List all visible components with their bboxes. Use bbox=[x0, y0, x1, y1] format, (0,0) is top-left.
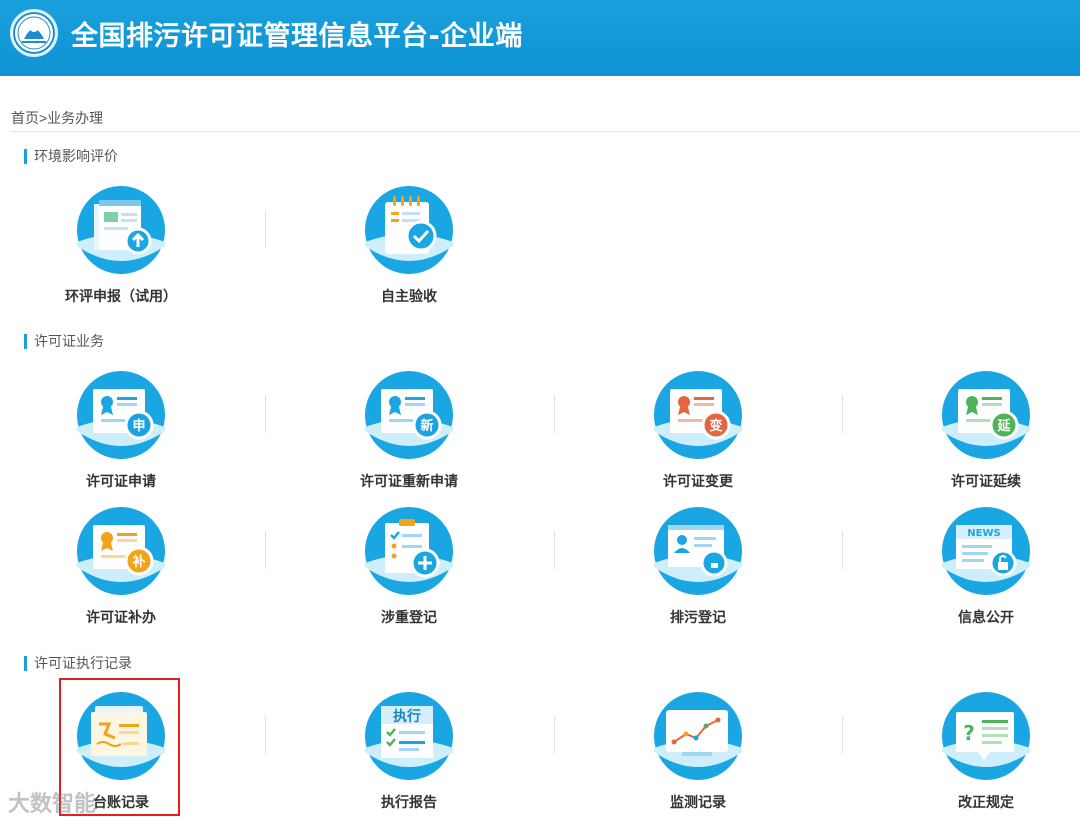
tile-label: 许可证重新申请 bbox=[360, 474, 458, 490]
correction-rule-icon: ? bbox=[942, 692, 1030, 780]
badge-text: 补 bbox=[131, 554, 145, 570]
tile-label: 执行报告 bbox=[381, 795, 437, 811]
badge-text: 新 bbox=[420, 418, 433, 434]
cert-reapply-icon: 新 bbox=[365, 371, 453, 459]
tile-label: 自主验收 bbox=[381, 289, 437, 305]
tile-permit-extend[interactable]: 延 许可证延续 bbox=[842, 369, 1080, 519]
svg-text:?: ? bbox=[963, 721, 975, 745]
badge-text: 申 bbox=[132, 418, 145, 434]
breadcrumb[interactable]: 首页>业务办理 bbox=[11, 108, 103, 128]
tile-discharge-register[interactable]: 排污登记 bbox=[554, 505, 842, 655]
tile-permit-reissue[interactable]: 补 许可证补办 bbox=[0, 505, 265, 655]
discharge-register-icon bbox=[654, 507, 742, 595]
badge-text: 变 bbox=[709, 418, 722, 434]
news-text: NEWS bbox=[967, 528, 1000, 539]
tile-label: 改正规定 bbox=[958, 795, 1014, 811]
news-unlock-icon: NEWS bbox=[942, 507, 1030, 595]
tile-label: 环评申报（试用） bbox=[65, 289, 177, 305]
section-title-eia: 环境影响评价 bbox=[24, 149, 118, 164]
cert-reissue-icon: 补 bbox=[77, 507, 165, 595]
tile-permit-apply[interactable]: 申 许可证申请 bbox=[0, 369, 265, 519]
badge-text: 延 bbox=[996, 418, 1011, 434]
app-title: 全国排污许可证管理信息平台-企业端 bbox=[71, 21, 523, 52]
tile-label: 台账记录 bbox=[93, 795, 149, 811]
tile-label: 许可证申请 bbox=[86, 474, 156, 490]
tile-label: 排污登记 bbox=[670, 610, 726, 626]
watermark-text: 大数智能 bbox=[8, 792, 97, 817]
cert-apply-icon: 申 bbox=[77, 371, 165, 459]
breadcrumb-divider bbox=[10, 131, 1080, 132]
monitor-chart-icon bbox=[654, 692, 742, 780]
tile-self-acceptance[interactable]: 自主验收 bbox=[265, 184, 553, 334]
doc-upload-icon bbox=[77, 186, 165, 274]
tile-permit-reapply[interactable]: 新 许可证重新申请 bbox=[265, 369, 553, 519]
ledger-record-icon bbox=[77, 692, 165, 780]
tile-label: 许可证补办 bbox=[86, 610, 156, 626]
checklist-check-icon bbox=[365, 186, 453, 274]
tile-label: 涉重登记 bbox=[381, 610, 437, 626]
tile-eia-declare[interactable]: 环评申报（试用） bbox=[0, 184, 265, 334]
tile-correction-rule[interactable]: ? 改正规定 bbox=[842, 690, 1080, 825]
tile-label: 监测记录 bbox=[670, 795, 726, 811]
cert-change-icon: 变 bbox=[654, 371, 742, 459]
ministry-logo-icon[interactable] bbox=[10, 9, 58, 57]
tile-execution-report[interactable]: 执行 执行报告 bbox=[265, 690, 553, 825]
tile-label: 信息公开 bbox=[958, 610, 1014, 626]
heavy-metal-register-icon bbox=[365, 507, 453, 595]
tile-heavy-metal-register[interactable]: 涉重登记 bbox=[265, 505, 553, 655]
cert-extend-icon: 延 bbox=[942, 371, 1030, 459]
tile-label: 许可证变更 bbox=[663, 474, 733, 490]
tile-monitor-record[interactable]: 监测记录 bbox=[554, 690, 842, 825]
section-title-permit: 许可证业务 bbox=[24, 334, 104, 349]
section-title-execution: 许可证执行记录 bbox=[24, 656, 132, 671]
tile-info-disclosure[interactable]: NEWS 信息公开 bbox=[842, 505, 1080, 655]
report-tag-text: 执行 bbox=[393, 708, 421, 725]
tile-label: 许可证延续 bbox=[951, 474, 1021, 490]
tile-permit-change[interactable]: 变 许可证变更 bbox=[554, 369, 842, 519]
execution-report-icon: 执行 bbox=[365, 692, 453, 780]
top-header: 全国排污许可证管理信息平台-企业端 bbox=[0, 0, 1080, 76]
